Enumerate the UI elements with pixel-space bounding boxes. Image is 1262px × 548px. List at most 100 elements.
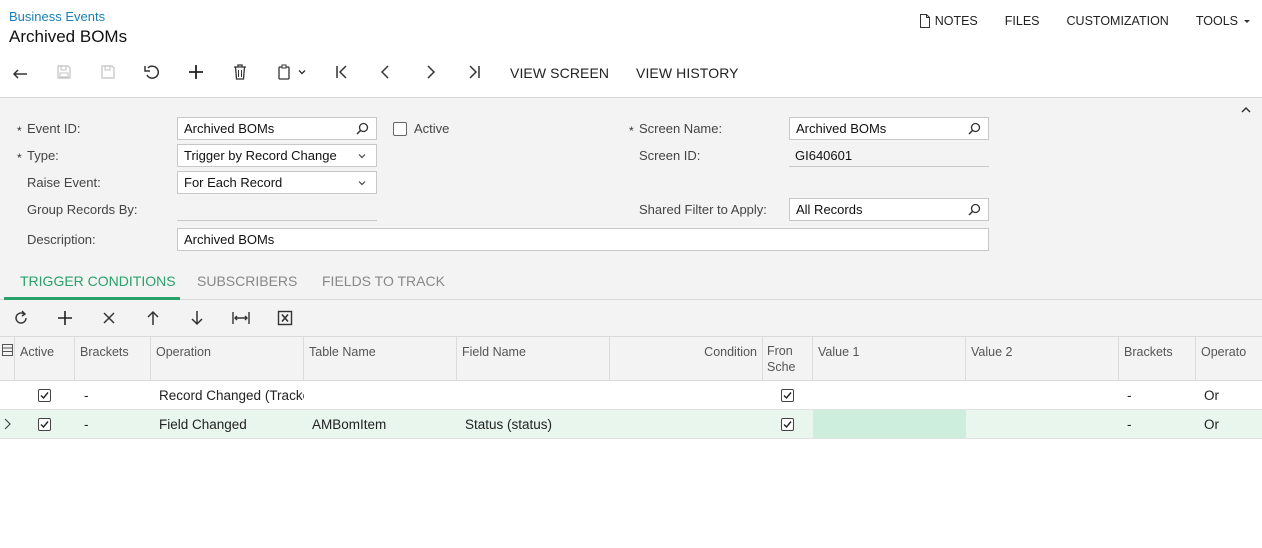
cell-operation[interactable]: Field Changed xyxy=(151,410,304,438)
tab-trigger-conditions[interactable]: TRIGGER CONDITIONS xyxy=(20,273,176,289)
cell-brackets-close[interactable]: - xyxy=(1119,410,1196,438)
required-mark: * xyxy=(629,124,634,138)
grid-settings-icon xyxy=(2,344,13,356)
cell-field-name[interactable]: Status (status) xyxy=(457,410,610,438)
cell-brackets[interactable]: - xyxy=(76,381,151,409)
move-up-button[interactable] xyxy=(144,309,162,327)
cell-value1-active[interactable] xyxy=(813,410,966,438)
group-records-field[interactable] xyxy=(177,198,377,221)
files-link[interactable]: FILES xyxy=(1005,14,1040,28)
col-header-brackets-close[interactable]: Brackets xyxy=(1119,337,1196,381)
cell-brackets-close[interactable]: - xyxy=(1119,381,1196,409)
back-button[interactable] xyxy=(8,60,32,84)
col-header-value1[interactable]: Value 1 xyxy=(813,337,966,381)
save-close-icon xyxy=(57,65,71,79)
collapse-button[interactable] xyxy=(1240,104,1252,119)
row-from-schema-checkbox[interactable] xyxy=(781,418,794,431)
col-header-from-schema-line2: Sche xyxy=(767,360,796,374)
cancel-button[interactable] xyxy=(140,60,164,84)
raise-event-select[interactable]: For Each Record xyxy=(177,171,377,194)
tab-bar: TRIGGER CONDITIONS SUBSCRIBERS FIELDS TO… xyxy=(0,263,1262,300)
arrow-down-icon xyxy=(191,311,203,326)
shared-filter-field[interactable]: All Records xyxy=(789,198,989,221)
chevron-down-icon xyxy=(354,175,370,191)
col-header-condition[interactable]: Condition xyxy=(610,337,763,381)
cell-value2[interactable] xyxy=(966,410,1119,438)
col-header-active[interactable]: Active xyxy=(15,337,75,381)
cell-value1[interactable] xyxy=(813,381,966,409)
col-header-brackets[interactable]: Brackets xyxy=(75,337,151,381)
search-icon[interactable] xyxy=(354,121,370,137)
event-id-field[interactable]: Archived BOMs xyxy=(177,117,377,140)
export-excel-button[interactable] xyxy=(276,309,294,327)
plus-icon xyxy=(189,65,203,79)
next-record-button[interactable] xyxy=(418,60,442,84)
view-screen-button[interactable]: VIEW SCREEN xyxy=(510,65,609,81)
type-label: Type: xyxy=(27,148,59,163)
col-header-operator[interactable]: Operato xyxy=(1196,337,1262,381)
type-select[interactable]: Trigger by Record Change xyxy=(177,144,377,167)
add-row-button[interactable] xyxy=(56,309,74,327)
view-history-button[interactable]: VIEW HISTORY xyxy=(636,65,739,81)
table-row-selected[interactable]: - Field Changed AMBomItem Status (status… xyxy=(0,410,1262,439)
cell-condition[interactable] xyxy=(610,410,763,438)
excel-icon xyxy=(277,310,293,326)
search-icon[interactable] xyxy=(966,202,982,218)
col-header-from-schema-line1: Fron xyxy=(767,344,793,358)
row-active-checkbox[interactable] xyxy=(38,389,51,402)
tools-menu[interactable]: TOOLS xyxy=(1196,14,1252,28)
column-settings-button[interactable] xyxy=(0,337,15,381)
col-header-from-schema[interactable]: Fron Sche xyxy=(763,337,813,381)
arrow-up-icon xyxy=(147,310,159,325)
col-header-table-name[interactable]: Table Name xyxy=(304,337,457,381)
save-button[interactable] xyxy=(96,60,120,84)
delete-row-button[interactable] xyxy=(100,309,118,327)
screen-name-value: Archived BOMs xyxy=(796,121,887,136)
search-icon[interactable] xyxy=(966,121,982,137)
col-header-field-name[interactable]: Field Name xyxy=(457,337,610,381)
add-button[interactable] xyxy=(184,60,208,84)
copy-paste-menu[interactable] xyxy=(272,60,312,84)
row-active-checkbox[interactable] xyxy=(38,418,51,431)
refresh-button[interactable] xyxy=(12,309,30,327)
screen-id-field: GI640601 xyxy=(789,144,989,167)
cell-condition[interactable] xyxy=(610,381,763,409)
grid-header: Active Brackets Operation Table Name Fie… xyxy=(0,336,1262,381)
revert-icon xyxy=(144,65,160,79)
raise-event-label: Raise Event: xyxy=(27,175,101,190)
last-icon xyxy=(469,65,480,79)
cell-field-name[interactable] xyxy=(457,381,610,409)
col-header-value2[interactable]: Value 2 xyxy=(966,337,1119,381)
notes-link[interactable]: NOTES xyxy=(919,14,978,28)
delete-button[interactable] xyxy=(228,60,252,84)
row-from-schema-checkbox[interactable] xyxy=(781,389,794,402)
cell-operation[interactable]: Record Changed (Tracke xyxy=(151,381,304,409)
cell-brackets[interactable]: - xyxy=(76,410,151,438)
first-record-button[interactable] xyxy=(330,60,354,84)
document-icon xyxy=(919,14,930,28)
tab-subscribers[interactable]: SUBSCRIBERS xyxy=(197,273,297,289)
active-checkbox[interactable] xyxy=(393,122,407,136)
cell-value1 xyxy=(813,410,966,438)
fit-width-icon xyxy=(232,312,250,324)
col-header-operation[interactable]: Operation xyxy=(151,337,304,381)
last-record-button[interactable] xyxy=(462,60,486,84)
fit-columns-button[interactable] xyxy=(232,309,250,327)
cell-table-name[interactable] xyxy=(304,381,457,409)
cell-operator[interactable]: Or xyxy=(1196,410,1262,438)
save-close-button[interactable] xyxy=(52,60,76,84)
customization-link[interactable]: CUSTOMIZATION xyxy=(1067,14,1169,28)
cell-operator[interactable]: Or xyxy=(1196,381,1262,409)
breadcrumb-business-events[interactable]: Business Events xyxy=(9,9,105,24)
group-records-label: Group Records By: xyxy=(27,202,138,217)
caret-down-icon xyxy=(1244,20,1250,23)
screen-name-field[interactable]: Archived BOMs xyxy=(789,117,989,140)
previous-record-button[interactable] xyxy=(374,60,398,84)
floppy-icon xyxy=(101,65,115,79)
table-row[interactable]: - Record Changed (Tracke - Or xyxy=(0,381,1262,410)
move-down-button[interactable] xyxy=(188,309,206,327)
tab-fields-to-track[interactable]: FIELDS TO TRACK xyxy=(322,273,445,289)
cell-value2[interactable] xyxy=(966,381,1119,409)
description-field[interactable]: Archived BOMs xyxy=(177,228,989,251)
cell-table-name[interactable]: AMBomItem xyxy=(304,410,457,438)
